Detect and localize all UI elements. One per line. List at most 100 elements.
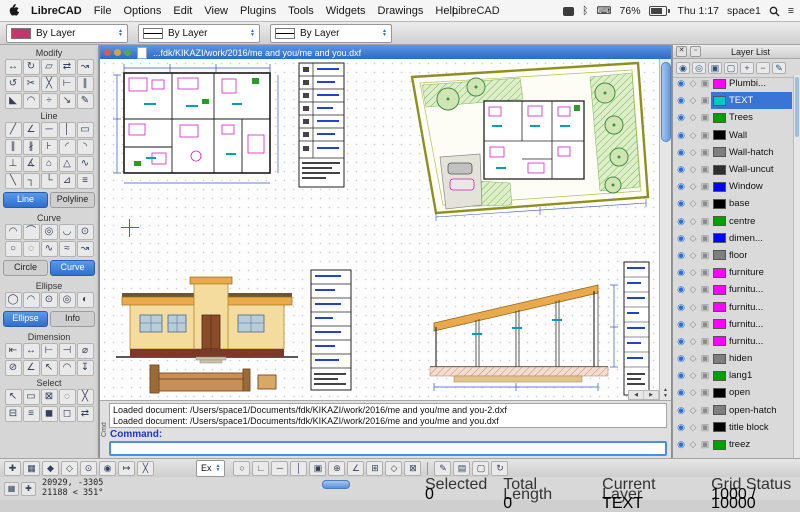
layer-color-swatch[interactable] [713, 96, 726, 106]
line-tangent-point-icon[interactable]: ◜ [59, 139, 76, 155]
exclusive-snap-combo[interactable]: Ex▲▼ [196, 460, 225, 477]
layer-construction-icon[interactable]: ◇ [687, 130, 699, 141]
menu-librecad[interactable]: LibreCAD [25, 5, 88, 17]
trim-icon[interactable]: ✂ [23, 76, 40, 92]
layer-color-swatch[interactable] [713, 216, 726, 226]
layer-row[interactable]: ◉◇▣dimen... [673, 230, 793, 247]
layer-color-swatch[interactable] [713, 233, 726, 243]
layer-color-swatch[interactable] [713, 319, 726, 329]
layer-lock-icon[interactable]: ▣ [699, 250, 711, 261]
layer-color-swatch[interactable] [713, 130, 726, 140]
layer-lock-icon[interactable]: ▣ [699, 78, 711, 89]
polygon-corner-icon[interactable]: △ [59, 156, 76, 172]
layer-row[interactable]: ◉◇▣furnitu... [673, 316, 793, 333]
vertical-scrollbar[interactable]: ▲▼ [659, 59, 671, 400]
ellipse-4-point-icon[interactable]: ◎ [59, 292, 76, 308]
layer-construction-icon[interactable]: ◇ [687, 233, 699, 244]
redraw-icon[interactable]: ↻ [491, 461, 508, 476]
modify-layer-icon[interactable]: ✎ [772, 62, 786, 74]
dim-horizontal-icon[interactable]: ⊢ [41, 343, 58, 359]
lock-relative-zero-icon[interactable]: ▣ [309, 461, 326, 476]
dock-tab-curve[interactable]: Curve [50, 260, 95, 276]
layer-lock-icon[interactable]: ▣ [699, 284, 711, 295]
isometric-grid-icon[interactable]: ◇ [385, 461, 402, 476]
layer-visibility-icon[interactable]: ◉ [675, 78, 687, 89]
battery-icon[interactable] [649, 6, 670, 16]
layer-construction-icon[interactable]: ◇ [687, 353, 699, 364]
layer-lock-icon[interactable]: ▣ [699, 422, 711, 433]
layer-visibility-icon[interactable]: ◉ [675, 112, 687, 123]
arc-3-point-icon[interactable]: ⌒ [23, 224, 40, 240]
toolbar-scroll-thumb[interactable] [322, 480, 350, 489]
layer-visibility-icon[interactable]: ◉ [675, 95, 687, 106]
ellipse-foci-icon[interactable]: ⊙ [41, 292, 58, 308]
layer-visibility-icon[interactable]: ◉ [675, 284, 687, 295]
layer-construction-icon[interactable]: ◇ [687, 267, 699, 278]
line-parallel-point-icon[interactable]: ∦ [23, 139, 40, 155]
trim-two-icon[interactable]: ╳ [41, 76, 58, 92]
layer-lock-icon[interactable]: ▣ [699, 267, 711, 278]
lengthen-icon[interactable]: ⊢ [59, 76, 76, 92]
notification-center-icon[interactable]: ≡ [788, 5, 794, 17]
combo-arrows-icon[interactable]: ▲▼ [118, 29, 123, 37]
ellipse-arc-icon[interactable]: ◠ [23, 292, 40, 308]
snap-grid-icon[interactable]: ▦ [23, 461, 40, 476]
ellipse-axis-icon[interactable]: ◯ [5, 292, 22, 308]
layer-row[interactable]: ◉◇▣treez [673, 436, 793, 453]
layer-color-swatch[interactable] [713, 79, 726, 89]
invert-selection-icon[interactable]: ⇄ [77, 406, 94, 422]
arc-parallel-icon[interactable]: ◡ [59, 224, 76, 240]
set-relative-zero-icon[interactable]: ⊕ [328, 461, 345, 476]
stretch-icon[interactable]: ↘ [59, 93, 76, 109]
line-freehand-icon[interactable]: ∿ [77, 156, 94, 172]
layer-visibility-icon[interactable]: ◉ [675, 319, 687, 330]
dock-tab-ellipse[interactable]: Ellipse [3, 311, 48, 327]
layer-lock-icon[interactable]: ▣ [699, 353, 711, 364]
line-vertical-icon[interactable]: │ [59, 122, 76, 138]
offset-icon[interactable]: ∥ [77, 76, 94, 92]
restrict-nothing-icon[interactable]: ○ [233, 461, 250, 476]
select-layer-icon[interactable]: ≡ [23, 406, 40, 422]
layer-construction-icon[interactable]: ◇ [687, 95, 699, 106]
triangle-icon[interactable]: ⊿ [59, 173, 76, 189]
layer-row[interactable]: ◉◇▣Wall-hatch [673, 144, 793, 161]
layer-visibility-icon[interactable]: ◉ [675, 130, 687, 141]
layer-row[interactable]: ◉◇▣floor [673, 247, 793, 264]
layer-visibility-icon[interactable]: ◉ [675, 439, 687, 450]
menubar-clock[interactable]: Thu 1:17 [678, 5, 719, 17]
window-minimize-button[interactable] [114, 49, 121, 56]
layer-construction-icon[interactable]: ◇ [687, 387, 699, 398]
layer-row[interactable]: ◉◇▣furnitu... [673, 333, 793, 350]
dock-tab-circle[interactable]: Circle [3, 260, 48, 276]
layer-lock-icon[interactable]: ▣ [699, 147, 711, 158]
layer-visibility-icon[interactable]: ◉ [675, 387, 687, 398]
print-preview-icon[interactable]: ▤ [453, 461, 470, 476]
layer-visibility-icon[interactable]: ◉ [675, 198, 687, 209]
layer-row[interactable]: ◉◇▣open [673, 384, 793, 401]
snap-on-entity-icon[interactable]: ◇ [61, 461, 78, 476]
select-window-icon[interactable]: ▭ [23, 389, 40, 405]
layer-row[interactable]: ◉◇▣Wall [673, 127, 793, 144]
layer-row[interactable]: ◉◇▣Wall-uncut [673, 161, 793, 178]
snap-intersection-icon[interactable]: ╳ [137, 461, 154, 476]
layer-visibility-icon[interactable]: ◉ [675, 267, 687, 278]
grid-status-icon[interactable]: ▦ [4, 482, 19, 496]
layer-visibility-icon[interactable]: ◉ [675, 181, 687, 192]
snap-center-icon[interactable]: ⊙ [80, 461, 97, 476]
snap-middle-icon[interactable]: ◉ [99, 461, 116, 476]
layer-construction-icon[interactable]: ◇ [687, 181, 699, 192]
deselect-window-icon[interactable]: ⊠ [41, 389, 58, 405]
freehand-icon[interactable]: ↝ [77, 241, 94, 257]
select-entity-icon[interactable]: ↖ [5, 389, 22, 405]
line-rectangle-icon[interactable]: ▭ [77, 122, 94, 138]
divide-icon[interactable]: ÷ [41, 93, 58, 109]
dock-tab-info[interactable]: Info [50, 311, 95, 327]
layer-lock-icon[interactable]: ▣ [699, 130, 711, 141]
vertical-scrollbar-thumb[interactable] [661, 62, 671, 142]
menu-widgets[interactable]: Widgets [320, 5, 372, 17]
menu-edit[interactable]: Edit [167, 5, 198, 17]
bluetooth-icon[interactable]: ᛒ [582, 5, 588, 17]
space-name[interactable]: space1 [727, 5, 761, 17]
layer-lock-icon[interactable]: ▣ [699, 164, 711, 175]
layer-lock-icon[interactable]: ▣ [699, 387, 711, 398]
